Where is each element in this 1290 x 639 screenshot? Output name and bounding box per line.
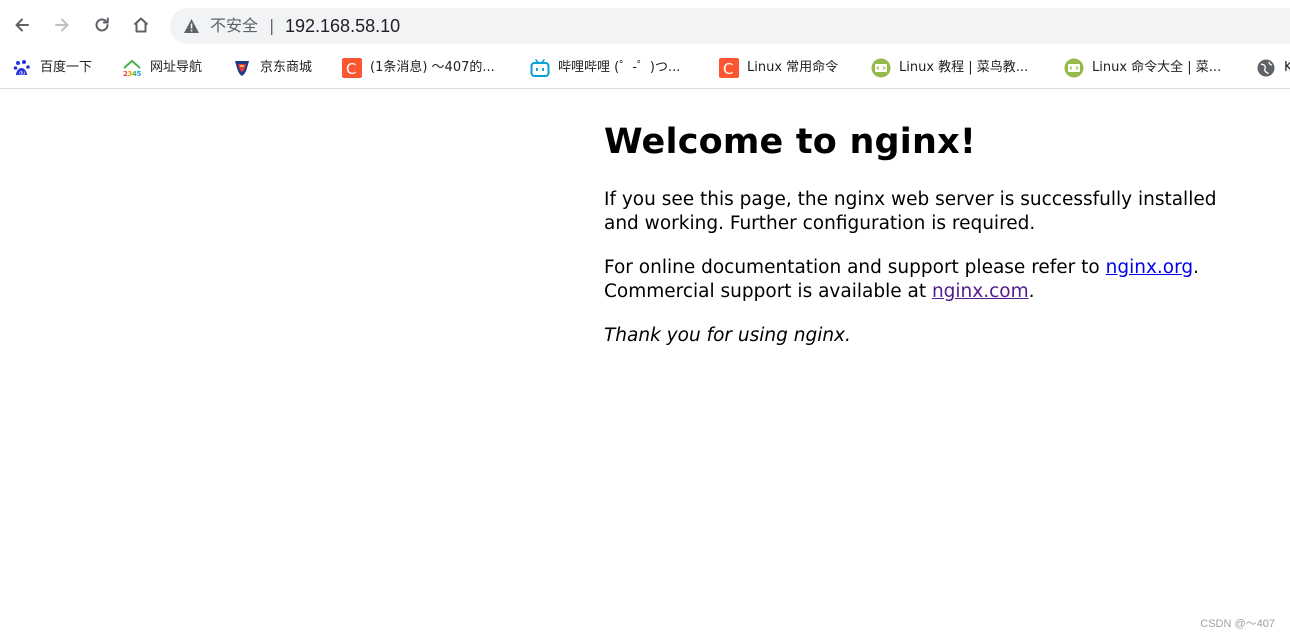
address-bar[interactable]: 不安全 | 192.168.58.10: [170, 8, 1290, 44]
back-button[interactable]: [8, 11, 36, 39]
csdn-icon: C: [719, 58, 739, 78]
bookmark-label: (1条消息) ～407的...: [370, 60, 495, 75]
bookmark-bilibili[interactable]: 哔哩哔哩 (゜-゜)つ...: [530, 57, 680, 79]
nginx-com-link[interactable]: nginx.com: [932, 281, 1029, 302]
bookmark-jd[interactable]: 京东商城: [232, 57, 312, 79]
url-text[interactable]: 192.168.58.10: [285, 15, 400, 37]
2345-icon: 2 3 4 5: [123, 59, 142, 78]
bookmark-runoob-tutorial[interactable]: Linux 教程 | 菜鸟教...: [871, 57, 1028, 79]
bookmark-label: 京东商城: [260, 60, 313, 75]
reload-button[interactable]: [88, 11, 116, 39]
bookmark-label: K: [1284, 60, 1290, 75]
forward-button[interactable]: [48, 11, 76, 39]
baidu-icon: du: [13, 60, 30, 77]
bookmark-runoob-commands[interactable]: Linux 命令大全 | 菜...: [1064, 57, 1221, 79]
intro-paragraph: If you see this page, the nginx web serv…: [604, 188, 1244, 236]
docs-paragraph: For online documentation and support ple…: [604, 256, 1244, 304]
forward-arrow-icon: [55, 18, 69, 32]
nginx-org-link[interactable]: nginx.org: [1106, 257, 1194, 278]
page-heading: Welcome to nginx!: [604, 122, 977, 162]
jd-icon: [235, 61, 249, 76]
bookmark-label: 哔哩哔哩 (゜-゜)つ...: [558, 60, 681, 75]
commercial-text: Commercial support is available at: [604, 281, 932, 302]
bookmark-globe[interactable]: K: [1256, 57, 1290, 79]
bookmark-label: 网址导航: [150, 60, 203, 75]
bookmark-label: Linux 命令大全 | 菜...: [1092, 60, 1222, 75]
browser-toolbar: 不安全 | 192.168.58.10: [0, 0, 1290, 50]
page-content: Welcome to nginx! If you see this page, …: [604, 117, 1244, 368]
bookmark-csdn-407[interactable]: C (1条消息) ～407的...: [342, 57, 495, 79]
warning-triangle-icon[interactable]: [183, 18, 200, 34]
docs-period: .: [1193, 257, 1200, 278]
svg-text:C: C: [723, 60, 733, 78]
security-label[interactable]: 不安全: [210, 16, 258, 36]
bookmark-linux-commands[interactable]: C Linux 常用命令: [719, 57, 838, 79]
thanks-text: Thank you for using nginx.: [604, 325, 851, 346]
bookmark-label: Linux 常用命令: [747, 60, 839, 75]
runoob-icon: [1064, 58, 1084, 78]
commercial-period: .: [1028, 281, 1035, 302]
docs-text: For online documentation and support ple…: [604, 257, 1106, 278]
bookmark-label: 百度一下: [40, 60, 93, 75]
runoob-icon: [871, 58, 891, 78]
reload-icon: [95, 17, 109, 32]
bookmark-label: Linux 教程 | 菜鸟教...: [899, 60, 1029, 75]
svg-text:du: du: [19, 71, 25, 77]
globe-icon: [1257, 59, 1275, 77]
watermark: CSDN @～407: [1200, 618, 1275, 630]
intro-text: If you see this page, the nginx web serv…: [604, 189, 1217, 234]
thanks-paragraph: Thank you for using nginx.: [604, 324, 1244, 348]
home-icon: [133, 17, 149, 33]
svg-text:C: C: [346, 60, 356, 78]
bookmarks-bar: du 百度一下 2 3 4 5 网址导航 京东商城 C (1条消息) ～407的…: [0, 50, 1290, 89]
bookmark-baidu[interactable]: du 百度一下: [12, 57, 92, 79]
back-arrow-icon: [15, 18, 29, 32]
bookmark-2345[interactable]: 2 3 4 5 网址导航: [122, 57, 202, 79]
home-button[interactable]: [127, 11, 155, 39]
bilibili-icon: [530, 59, 550, 77]
csdn-icon: C: [342, 58, 362, 78]
svg-text:5: 5: [137, 70, 142, 78]
security-separator: |: [269, 16, 275, 35]
